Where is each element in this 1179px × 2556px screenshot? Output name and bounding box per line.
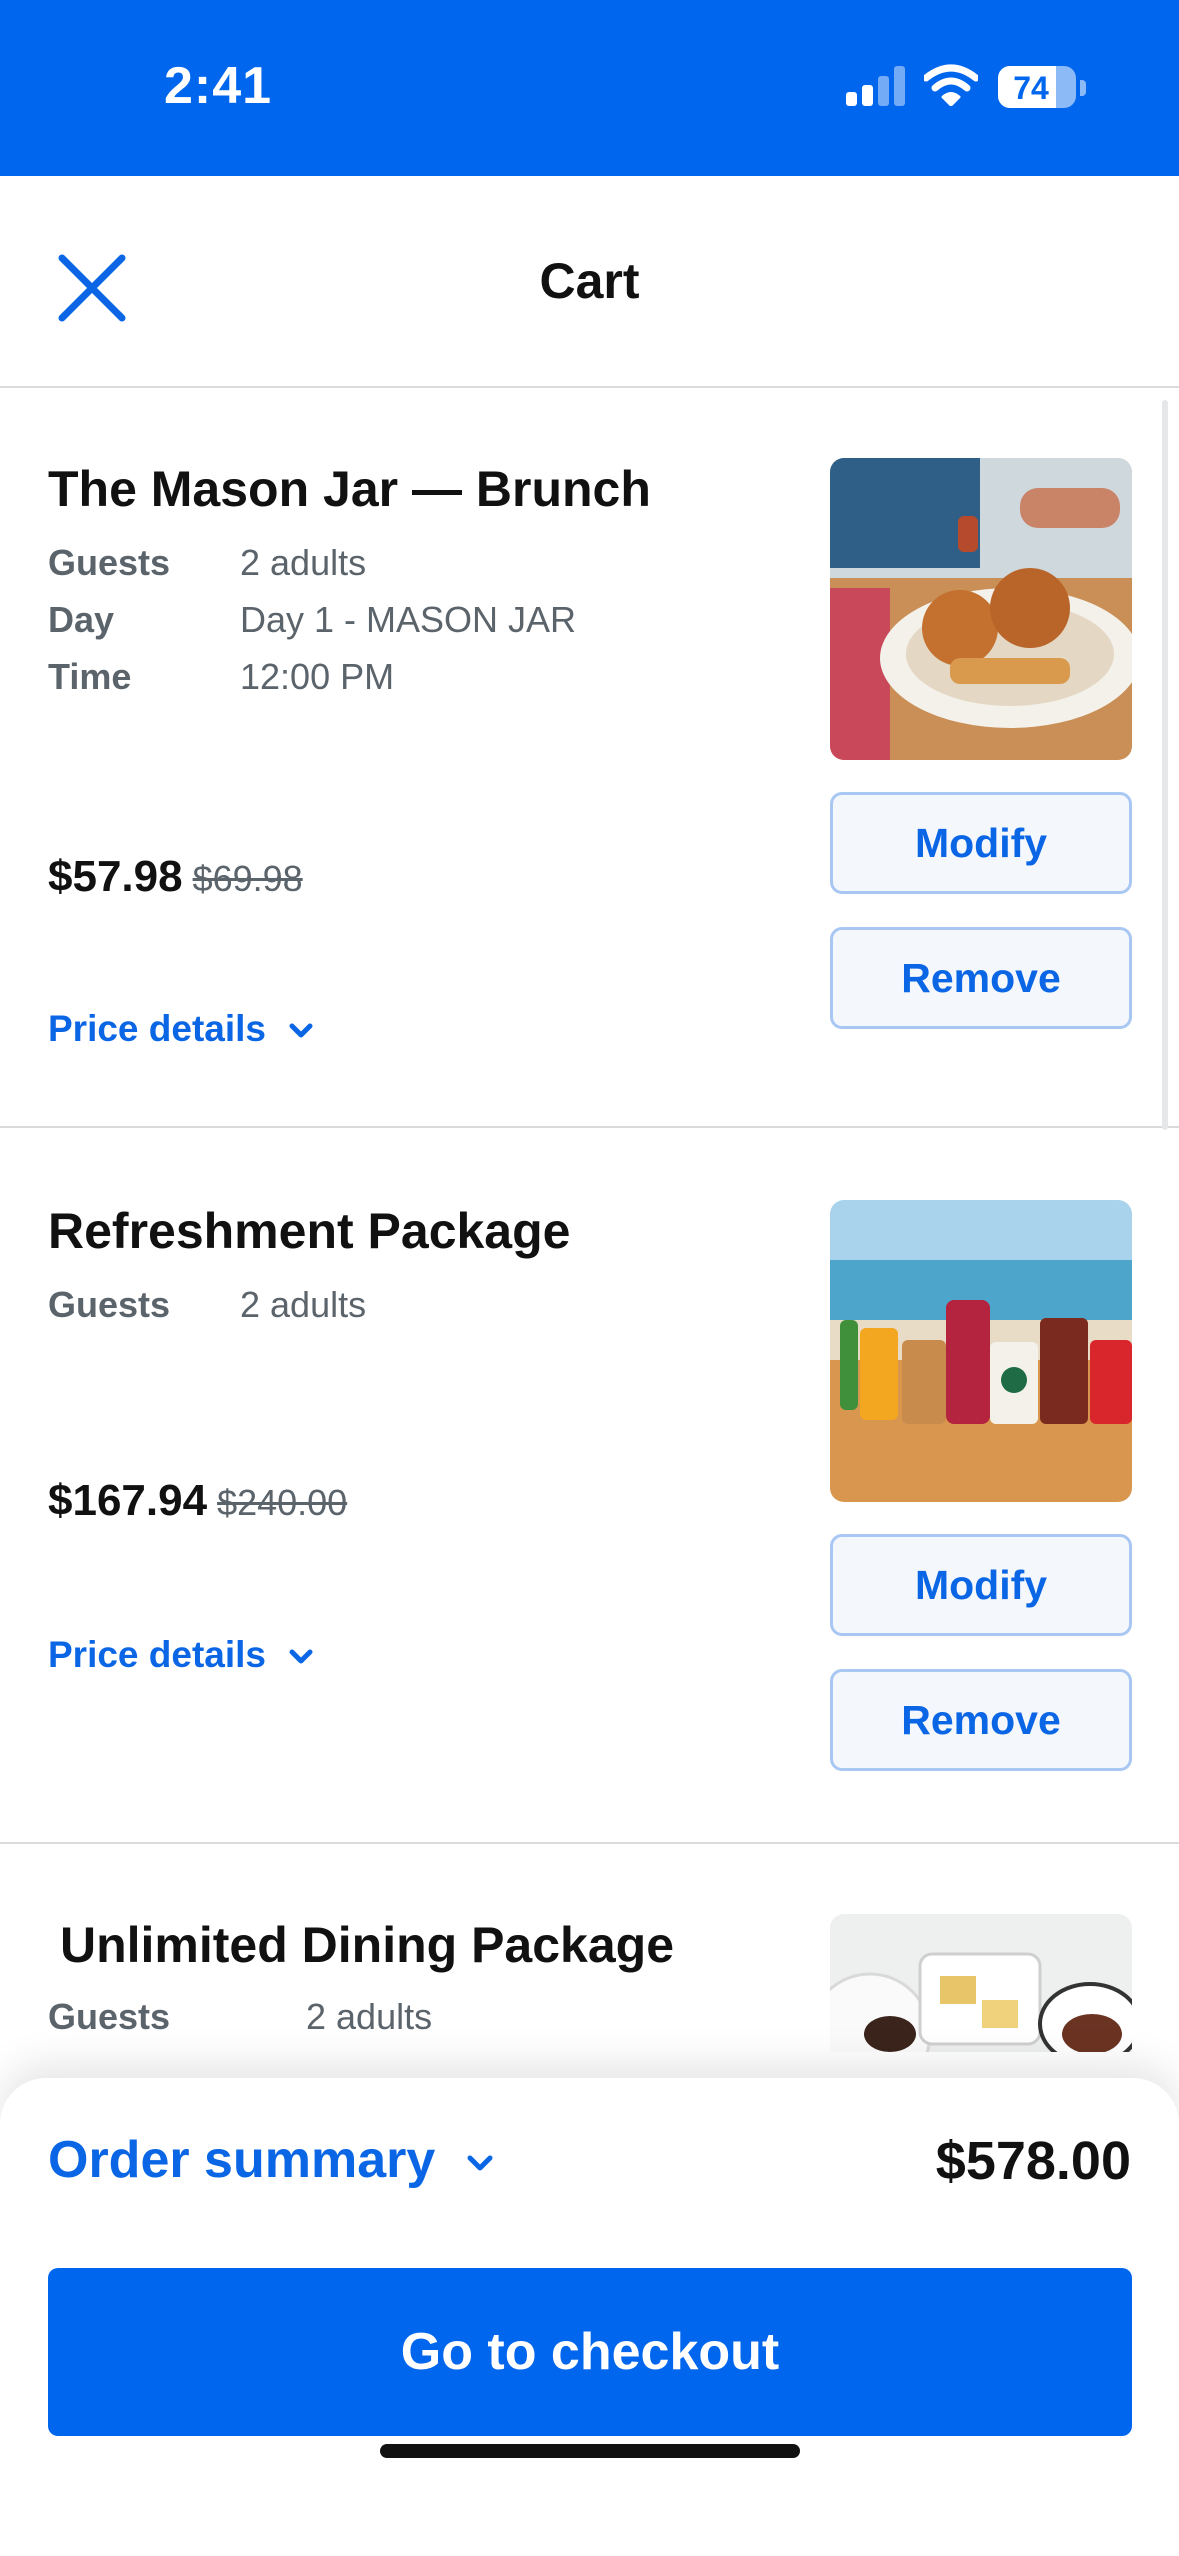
chevron-down-icon [467, 2155, 493, 2171]
beverages-beach-photo [830, 1200, 1132, 1502]
current-price: $167.94 [48, 1476, 208, 1525]
detail-label: Guests [48, 542, 171, 583]
item-title: The Mason Jar — Brunch [48, 461, 651, 517]
modify-button[interactable]: Modify [830, 1534, 1132, 1636]
detail-label: Time [48, 656, 132, 697]
price-details-toggle[interactable]: Price details [48, 1634, 314, 1676]
order-summary-toggle[interactable]: Order summary [48, 2130, 494, 2190]
wifi-icon [924, 64, 978, 106]
page-title: Cart [539, 253, 640, 309]
modify-button[interactable]: Modify [830, 792, 1132, 894]
cart-header: Cart [0, 176, 1179, 388]
status-time: 2:41 [164, 57, 273, 115]
price-details-label: Price details [48, 1634, 267, 1675]
detail-label: Guests [48, 1284, 171, 1325]
detail-label: Guests [48, 1996, 171, 2037]
price-line: $167.94 $240.00 [48, 1476, 347, 1526]
cart-items-list[interactable]: The Mason Jar — Brunch Guests 2 adults D… [0, 390, 1179, 2080]
chicken-waffles-photo [830, 458, 1132, 760]
detail-value: 12:00 PM [240, 656, 395, 697]
chevron-down-icon [289, 1023, 313, 1038]
battery-icon: 74 [998, 66, 1076, 108]
dining-spread-photo [830, 1914, 1132, 2052]
checkout-button[interactable]: Go to checkout [48, 2268, 1132, 2436]
current-price: $57.98 [48, 852, 183, 901]
detail-label: Day [48, 599, 115, 640]
cart-item-unlimited-dining: Unlimited Dining Package Guests 2 adults [0, 1846, 1179, 2080]
cart-item-mason-jar: The Mason Jar — Brunch Guests 2 adults D… [0, 390, 1179, 1128]
status-bar: 2:41 74 [0, 0, 1179, 176]
price-line: $57.98 $69.98 [48, 852, 303, 902]
original-price: $69.98 [192, 858, 303, 899]
remove-button[interactable]: Remove [830, 1669, 1132, 1771]
price-details-toggle[interactable]: Price details [48, 1008, 314, 1050]
detail-value: 2 adults [306, 1996, 433, 2037]
battery-level: 74 [1013, 70, 1049, 106]
chevron-down-icon [289, 1649, 313, 1664]
detail-value: Day 1 - MASON JAR [240, 599, 577, 640]
scrollbar[interactable] [1162, 400, 1168, 1130]
order-total: $578.00 [935, 2131, 1131, 2191]
price-details-label: Price details [48, 1008, 267, 1049]
item-title: Refreshment Package [48, 1203, 571, 1259]
home-indicator[interactable] [380, 2444, 800, 2458]
original-price: $240.00 [217, 1482, 348, 1523]
order-summary-label: Order summary [48, 2131, 436, 2189]
remove-button[interactable]: Remove [830, 927, 1132, 1029]
detail-value: 2 adults [240, 1284, 367, 1325]
item-title: Unlimited Dining Package [60, 1917, 675, 1973]
cart-item-refreshment-package: Refreshment Package Guests 2 adults $167… [0, 1130, 1179, 1844]
order-summary-sheet: Order summary $578.00 Go to checkout [0, 2078, 1179, 2556]
battery-tip [1080, 80, 1086, 96]
cellular-signal-icon [846, 66, 906, 106]
detail-value: 2 adults [240, 542, 367, 583]
